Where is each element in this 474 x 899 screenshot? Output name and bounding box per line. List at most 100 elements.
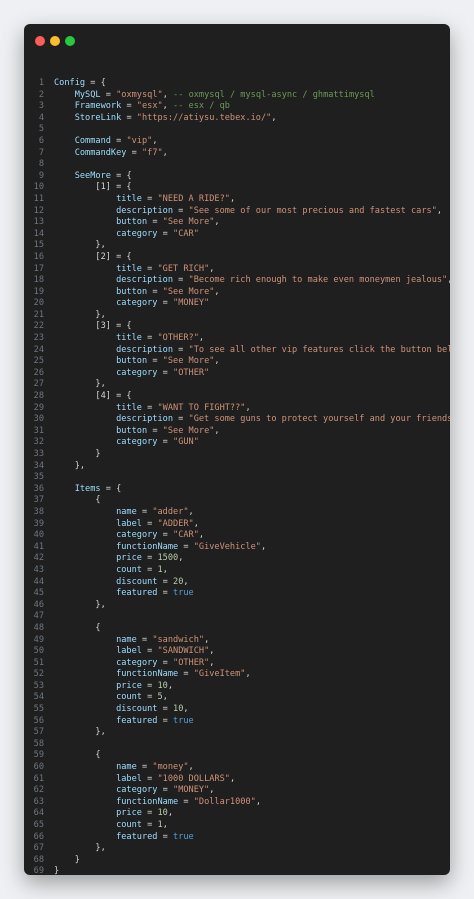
code-token: "See More" xyxy=(162,425,215,436)
code-token: = xyxy=(157,657,174,668)
code-token: }, xyxy=(54,309,106,320)
code-line: 68 } xyxy=(24,855,450,867)
code-token: 20 xyxy=(173,576,184,587)
line-number: 27 xyxy=(33,379,44,390)
code-token: , xyxy=(260,541,267,552)
code-token: , xyxy=(178,553,184,564)
code-token: , xyxy=(162,692,168,703)
code-token: price xyxy=(54,808,142,819)
line-text: category = "CAR" xyxy=(44,229,199,241)
code-line: 53 price = 10, xyxy=(24,681,450,693)
code-line: 21 }, xyxy=(24,310,450,322)
line-text: [4] = { xyxy=(44,391,131,403)
code-line: 66 featured = true xyxy=(24,832,450,844)
code-token: true xyxy=(173,715,194,726)
code-token: = xyxy=(136,634,153,645)
line-number: 42 xyxy=(33,553,44,564)
code-line: 7 CommandKey = "f7", xyxy=(24,148,450,160)
code-token: "WANT TO FIGHT??" xyxy=(157,402,246,413)
line-text: label = "1000 DOLLARS", xyxy=(44,774,235,786)
line-number: 17 xyxy=(33,263,44,274)
line-text: button = "See More", xyxy=(44,356,220,368)
maximize-dot-icon[interactable] xyxy=(65,36,75,46)
close-dot-icon[interactable] xyxy=(35,36,45,46)
code-token: } xyxy=(54,866,60,875)
code-line: 61 label = "1000 DOLLARS", xyxy=(24,774,450,786)
line-number: 14 xyxy=(33,228,44,239)
code-line: 38 name = "adder", xyxy=(24,507,450,519)
code-token: } xyxy=(54,449,101,459)
line-text: [3] = { xyxy=(44,321,131,333)
line-number: 13 xyxy=(33,217,44,228)
code-token: title xyxy=(54,193,142,204)
line-text: category = "CAR", xyxy=(44,530,204,542)
line-number: 40 xyxy=(33,530,44,541)
line-number: 65 xyxy=(33,820,44,830)
line-number: 66 xyxy=(33,831,44,842)
line-number: 24 xyxy=(33,344,44,355)
code-line: 39 label = "ADDER", xyxy=(24,519,450,531)
code-token: button xyxy=(54,286,148,297)
code-token: = xyxy=(141,692,158,703)
code-token: { xyxy=(54,750,101,761)
line-text: functionName = "GiveItem", xyxy=(44,669,251,681)
code-token: , xyxy=(193,518,199,529)
code-token: , xyxy=(162,564,168,575)
code-token: 1500 xyxy=(157,553,179,564)
code-token: name xyxy=(54,762,137,773)
line-text: category = "OTHER", xyxy=(44,658,214,670)
code-token: MySQL xyxy=(54,89,101,100)
line-text: }, xyxy=(44,379,106,391)
code-line: 28 [4] = { xyxy=(24,391,450,403)
line-text xyxy=(44,472,54,484)
line-text: Framework = "esx", -- esx / qb xyxy=(44,101,230,113)
minimize-dot-icon[interactable] xyxy=(50,36,60,46)
code-token: StoreLink xyxy=(54,112,122,123)
code-token: = xyxy=(136,762,153,773)
line-number: 1 xyxy=(38,78,44,88)
code-token: = xyxy=(141,263,158,274)
line-text: CommandKey = "f7", xyxy=(44,148,168,160)
code-token: title xyxy=(54,402,142,413)
line-text: Config = { xyxy=(44,78,106,90)
code-token: Command xyxy=(54,135,111,146)
code-token: "Become rich enough to make even moneyme… xyxy=(188,275,448,286)
code-token: "vip" xyxy=(126,135,153,146)
line-number: 57 xyxy=(33,727,44,738)
code-token: = xyxy=(141,808,158,819)
code-token: , xyxy=(204,634,210,645)
code-token: "CAR" xyxy=(173,530,199,541)
line-text: } xyxy=(44,855,80,867)
code-token: , xyxy=(167,808,174,819)
code-token: }, xyxy=(54,379,106,390)
code-token: functionName xyxy=(54,541,179,552)
line-text: }, xyxy=(44,727,105,739)
code-token: button xyxy=(54,425,148,436)
code-line: 13 button = "See More", xyxy=(24,217,450,229)
code-token: = xyxy=(141,646,158,657)
line-text: discount = 10, xyxy=(44,704,188,716)
code-token: price xyxy=(54,680,142,691)
line-number: 68 xyxy=(33,854,44,865)
code-line: 48 { xyxy=(24,623,450,635)
code-line: 46 }, xyxy=(24,600,450,612)
code-editor[interactable]: 1 Config = {2 MySQL = "oxmysql", -- oxmys… xyxy=(24,78,450,875)
line-text xyxy=(44,611,54,623)
line-text: { xyxy=(44,750,101,762)
code-token: = xyxy=(157,367,174,378)
line-text: } xyxy=(44,866,59,875)
code-token: "MONEY" xyxy=(173,298,210,309)
code-line: 67 }, xyxy=(24,843,450,855)
line-text: Items = { xyxy=(44,484,122,496)
code-token: , xyxy=(229,193,236,204)
code-token: description xyxy=(54,205,173,216)
code-token: = xyxy=(136,506,153,517)
code-token: true xyxy=(173,588,194,599)
line-number: 16 xyxy=(33,251,44,262)
line-text: button = "See More", xyxy=(44,426,220,438)
window-titlebar xyxy=(24,24,450,56)
line-number: 31 xyxy=(33,425,44,436)
line-text: price = 10, xyxy=(44,681,173,693)
code-token: discount xyxy=(54,576,158,587)
code-line: 33 } xyxy=(24,449,450,461)
